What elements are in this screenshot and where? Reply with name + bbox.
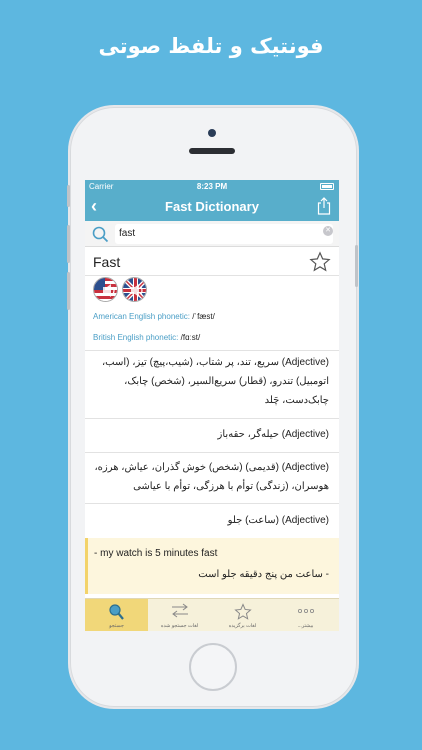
uk-flag-audio-icon[interactable]: [122, 277, 147, 302]
app-screen: Carrier 8:23 PM ‹ Fast Dictionary fast ✕…: [85, 180, 339, 631]
favorite-star-icon[interactable]: [309, 251, 331, 273]
example-box: - my watch is 5 minutes fast - ساعت من پ…: [85, 538, 339, 594]
divider: [85, 503, 339, 504]
example-english: - my watch is 5 minutes fast: [94, 548, 218, 559]
divider: [85, 275, 339, 276]
example-persian: - ساعت من پنج دقیقه جلو است: [198, 569, 329, 580]
promo-title: فونتیک و تلفظ صوتی: [98, 34, 324, 58]
search-bar: fast ✕: [85, 221, 339, 247]
front-camera: [208, 129, 216, 137]
more-dots-icon: [297, 609, 314, 614]
meaning-item: (Adjective) (قدیمی) (شخص) خوش گذران، عیا…: [94, 462, 329, 492]
phone-volume-up: [67, 225, 70, 263]
navigation-bar: ‹ Fast Dictionary: [85, 194, 339, 221]
divider: [85, 452, 339, 453]
british-phonetic: British English phonetic: /fɑːst/: [93, 333, 200, 342]
phone-side-button: [67, 185, 70, 207]
tab-label: لغات برگزیده: [228, 623, 257, 629]
meaning-item: (Adjective) حیله‌گر، حقه‌باز: [217, 429, 329, 440]
status-bar: Carrier 8:23 PM: [85, 180, 339, 194]
tab-favorites[interactable]: لغات برگزیده: [211, 599, 274, 631]
earpiece-speaker: [189, 148, 235, 154]
meaning-item: (Adjective) سریع، تند، پر شتاب، (شیب،پیچ…: [101, 357, 329, 406]
american-phonetic: American English phonetic: /ˈfæst/: [93, 312, 215, 321]
phone-power-button: [355, 245, 358, 287]
tab-bar: جستجو لغات جستجو شده لغات برگزیده بیشتر.…: [85, 598, 339, 631]
tab-search[interactable]: جستجو: [85, 599, 148, 631]
entry-word: Fast: [93, 254, 121, 270]
meaning-item: (Adjective) (ساعت) جلو: [227, 515, 329, 526]
history-arrows-icon: [172, 603, 188, 618]
clear-search-icon[interactable]: ✕: [323, 226, 333, 236]
british-phonetic-label: British English phonetic:: [93, 333, 179, 342]
phone-volume-down: [67, 272, 70, 310]
tab-label: جستجو: [109, 623, 124, 629]
star-icon: [234, 603, 252, 620]
search-icon[interactable]: [91, 225, 109, 243]
tab-label: لغات جستجو شده: [160, 623, 199, 629]
us-flag-audio-icon[interactable]: [93, 277, 118, 302]
tab-history[interactable]: لغات جستجو شده: [148, 599, 211, 631]
status-time: 8:23 PM: [196, 182, 228, 191]
share-icon[interactable]: [317, 197, 331, 215]
british-phonetic-value: /fɑːst/: [180, 333, 201, 342]
divider: [85, 350, 339, 351]
divider: [85, 418, 339, 419]
tab-label: بیشتر...: [297, 623, 314, 629]
tab-more[interactable]: بیشتر...: [274, 599, 337, 631]
search-input[interactable]: fast: [115, 224, 333, 244]
page-title: Fast Dictionary: [165, 199, 259, 214]
battery-icon: [320, 183, 334, 190]
home-button[interactable]: [189, 643, 237, 691]
american-phonetic-label: American English phonetic:: [93, 312, 190, 321]
search-icon: [109, 604, 124, 620]
american-phonetic-value: /ˈfæst/: [192, 312, 215, 321]
